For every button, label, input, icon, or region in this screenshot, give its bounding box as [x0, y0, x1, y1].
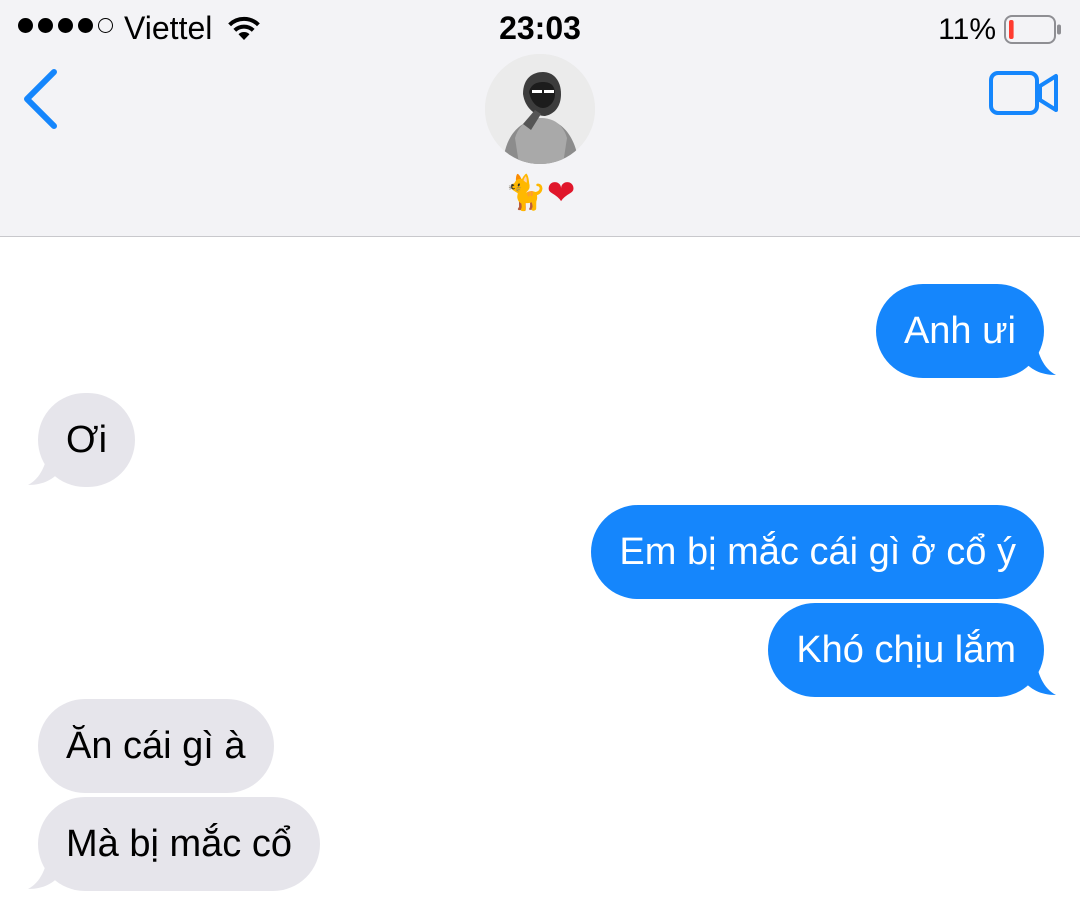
- chevron-left-icon: [24, 69, 57, 129]
- incoming-message-bubble[interactable]: Ăn cái gì à: [38, 699, 274, 793]
- contact-avatar[interactable]: [485, 54, 595, 164]
- message-text: Em bị mắc cái gì ở cổ ý: [619, 531, 1016, 573]
- status-time: 23:03: [499, 10, 581, 46]
- video-camera-icon: [989, 71, 1058, 115]
- message-text: Khó chịu lắm: [796, 629, 1016, 671]
- message-text: Anh ưi: [903, 310, 1016, 352]
- message-text: Mà bị mắc cổ: [66, 823, 292, 865]
- contact-name[interactable]: 🐈❤: [0, 170, 1080, 216]
- cat-emoji: 🐈: [504, 173, 547, 213]
- heart-emoji: ❤: [546, 173, 576, 213]
- outgoing-message-bubble[interactable]: Khó chịu lắm: [768, 603, 1044, 697]
- battery-level-fill: [1009, 20, 1014, 39]
- incoming-message-bubble[interactable]: Ơi: [38, 393, 136, 487]
- message-list: Anh ưi Ơi Em bị mắc cái gì ở cổ ý Khó ch…: [0, 237, 1080, 898]
- battery-icon: [1004, 15, 1061, 44]
- outgoing-message-bubble[interactable]: Anh ưi: [875, 284, 1044, 378]
- outgoing-message-bubble[interactable]: Em bị mắc cái gì ở cổ ý: [591, 505, 1044, 599]
- back-button[interactable]: [18, 64, 68, 134]
- incoming-message-bubble[interactable]: Mà bị mắc cổ: [38, 797, 320, 891]
- battery-percent: 11%: [938, 13, 996, 46]
- message-text: Ăn cái gì à: [66, 725, 246, 767]
- avatar-photo: [485, 54, 595, 164]
- conversation-header: Viettel 23:03 11% 🐈❤: [0, 0, 1080, 237]
- status-bar: Viettel 23:03 11%: [0, 0, 1080, 56]
- message-text: Ơi: [66, 419, 108, 461]
- facetime-video-button[interactable]: [988, 70, 1060, 116]
